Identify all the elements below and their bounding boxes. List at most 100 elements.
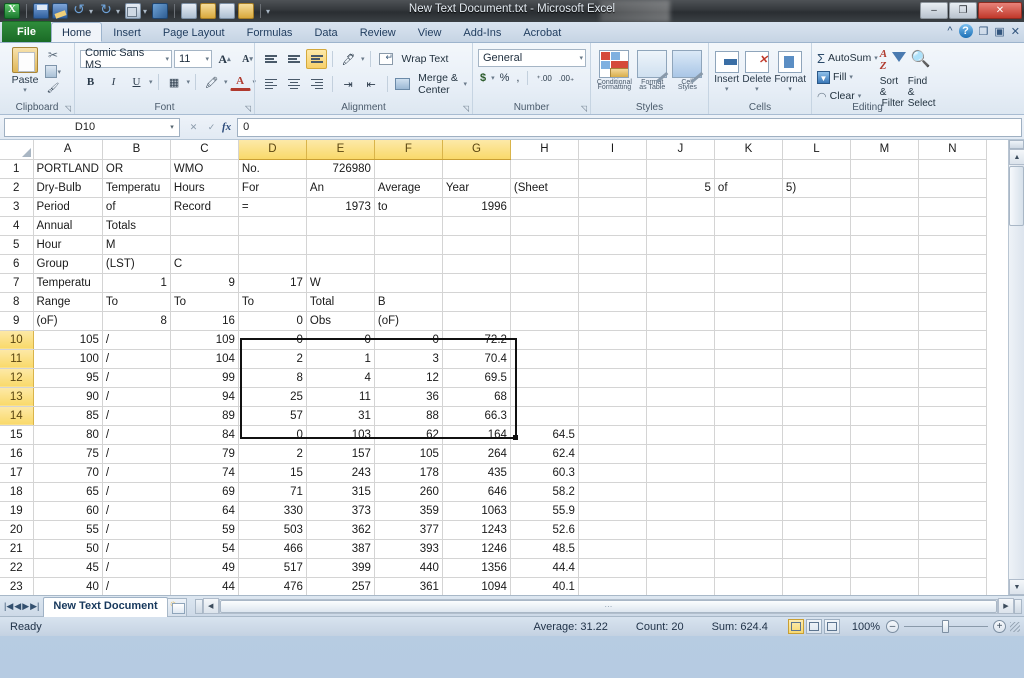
cell-I4[interactable]: [578, 216, 647, 236]
cell-D16[interactable]: 2: [238, 444, 307, 464]
worksheet-grid[interactable]: A B C D E F G H I J K L M N 1 PORTLAND OR W…: [0, 140, 1024, 595]
cell-F16[interactable]: 105: [374, 444, 443, 464]
cell-L2[interactable]: 5): [782, 178, 851, 198]
row-header-1[interactable]: 1: [0, 159, 34, 179]
cell-A22[interactable]: 45: [33, 558, 103, 578]
accounting-dropdown-icon[interactable]: ▾: [491, 74, 495, 82]
cell-M15[interactable]: [850, 425, 919, 445]
cell-G4[interactable]: [442, 216, 511, 236]
cell-N16[interactable]: [918, 444, 987, 464]
format-as-table-button[interactable]: Format as Table: [635, 48, 670, 91]
cell-D2[interactable]: For: [238, 178, 307, 198]
cell-I16[interactable]: [578, 444, 647, 464]
font-size-combo[interactable]: 11 ▾: [174, 50, 212, 68]
align-left-icon[interactable]: [260, 74, 281, 94]
cell-M6[interactable]: [850, 254, 919, 274]
cell-J18[interactable]: [646, 482, 715, 502]
font-name-combo[interactable]: Comic Sans MS ▾: [80, 47, 172, 71]
fill-button[interactable]: ▼ Fill ▾: [817, 68, 878, 86]
cell-F22[interactable]: 440: [374, 558, 443, 578]
cell-L8[interactable]: [782, 292, 851, 312]
cell-N5[interactable]: [918, 235, 987, 255]
cell-A4[interactable]: Annual: [33, 216, 103, 236]
cell-A1[interactable]: PORTLAND: [33, 159, 103, 179]
cell-F18[interactable]: 260: [374, 482, 443, 502]
cell-C6[interactable]: C: [170, 254, 239, 274]
cell-N15[interactable]: [918, 425, 987, 445]
underline-dropdown-icon[interactable]: ▾: [149, 78, 153, 86]
cell-C8[interactable]: To: [170, 292, 239, 312]
autosum-button[interactable]: Σ AutoSum ▾: [817, 49, 878, 67]
cell-K12[interactable]: [714, 368, 783, 388]
cell-N3[interactable]: [918, 197, 987, 217]
cell-E4[interactable]: [306, 216, 375, 236]
cell-K23[interactable]: [714, 577, 783, 595]
tab-data[interactable]: Data: [303, 22, 348, 42]
accounting-format-icon[interactable]: $: [478, 72, 488, 84]
decrease-indent-icon[interactable]: ⇥: [338, 74, 359, 94]
sort-filter-button[interactable]: AZ Sort & Filter: [880, 48, 906, 109]
cell-E13[interactable]: 11: [306, 387, 375, 407]
cell-B5[interactable]: M: [102, 235, 171, 255]
cell-F10[interactable]: 0: [374, 330, 443, 350]
increase-indent-icon[interactable]: ⇤: [361, 74, 382, 94]
cut-icon[interactable]: [45, 47, 61, 62]
increase-decimal-icon[interactable]: ⁺.00: [534, 74, 553, 83]
cell-F4[interactable]: [374, 216, 443, 236]
cell-G10[interactable]: 72.2: [442, 330, 511, 350]
print-dropdown-icon[interactable]: ▾: [143, 7, 147, 16]
formula-input[interactable]: 0: [237, 117, 1022, 137]
cell-L15[interactable]: [782, 425, 851, 445]
cell-K8[interactable]: [714, 292, 783, 312]
cell-D21[interactable]: 466: [238, 539, 307, 559]
save-as-icon[interactable]: [52, 3, 68, 19]
find-select-button[interactable]: Find & Select: [908, 48, 936, 109]
row-header-16[interactable]: 16: [0, 444, 34, 464]
cell-G2[interactable]: Year: [442, 178, 511, 198]
cell-G23[interactable]: 1094: [442, 577, 511, 595]
percent-format-icon[interactable]: %: [498, 72, 512, 84]
cell-G22[interactable]: 1356: [442, 558, 511, 578]
paste-button[interactable]: Paste ▾: [5, 45, 45, 94]
cell-F1[interactable]: [374, 159, 443, 179]
row-header-10[interactable]: 10: [0, 330, 34, 350]
cell-J3[interactable]: [646, 197, 715, 217]
cell-B3[interactable]: of: [102, 197, 171, 217]
row-header-11[interactable]: 11: [0, 349, 34, 369]
cell-I17[interactable]: [578, 463, 647, 483]
mail-merge-pdf-icon[interactable]: [219, 3, 236, 19]
cell-N10[interactable]: [918, 330, 987, 350]
cell-K21[interactable]: [714, 539, 783, 559]
cell-G7[interactable]: [442, 273, 511, 293]
row-header-8[interactable]: 8: [0, 292, 34, 312]
cell-E3[interactable]: 1973: [306, 197, 375, 217]
cell-I13[interactable]: [578, 387, 647, 407]
autosum-dropdown-icon[interactable]: ▾: [874, 54, 878, 62]
row-header-5[interactable]: 5: [0, 235, 34, 255]
cell-A2[interactable]: Dry-Bulb: [33, 178, 103, 198]
cell-N7[interactable]: [918, 273, 987, 293]
cell-J8[interactable]: [646, 292, 715, 312]
row-header-17[interactable]: 17: [0, 463, 34, 483]
tab-page-layout[interactable]: Page Layout: [152, 22, 236, 42]
cell-B12[interactable]: /: [102, 368, 171, 388]
row-header-18[interactable]: 18: [0, 482, 34, 502]
middle-align-icon[interactable]: [283, 49, 304, 69]
cell-F14[interactable]: 88: [374, 406, 443, 426]
cell-I2[interactable]: [578, 178, 647, 198]
cell-A16[interactable]: 75: [33, 444, 103, 464]
cell-D22[interactable]: 517: [238, 558, 307, 578]
cell-C23[interactable]: 44: [170, 577, 239, 595]
cell-E20[interactable]: 362: [306, 520, 375, 540]
cell-E12[interactable]: 4: [306, 368, 375, 388]
maximize-window-icon[interactable]: ▣: [994, 25, 1004, 38]
cell-A17[interactable]: 70: [33, 463, 103, 483]
cell-J20[interactable]: [646, 520, 715, 540]
cell-C13[interactable]: 94: [170, 387, 239, 407]
cell-J22[interactable]: [646, 558, 715, 578]
cell-D7[interactable]: 17: [238, 273, 307, 293]
cell-K16[interactable]: [714, 444, 783, 464]
cell-B14[interactable]: /: [102, 406, 171, 426]
cell-N4[interactable]: [918, 216, 987, 236]
underline-button[interactable]: U: [126, 72, 147, 92]
